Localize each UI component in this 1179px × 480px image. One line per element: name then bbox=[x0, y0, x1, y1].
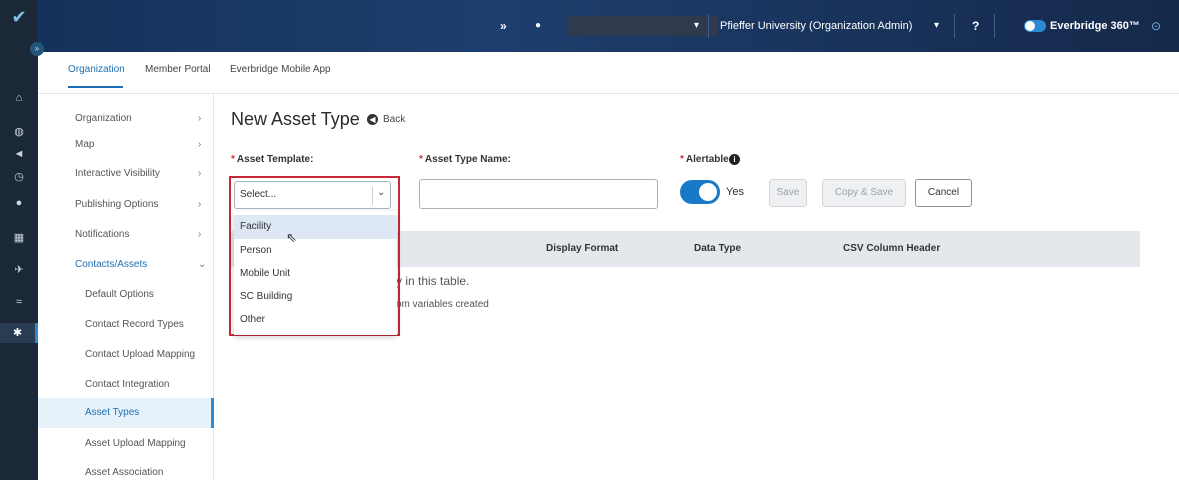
sidebar-item-label: Contact Record Types bbox=[85, 319, 184, 330]
app-rail: ✔ ⌂ ◍ ◄ ◷ ● ▦ ✈ ≈ ✱ bbox=[0, 0, 38, 480]
sidebar-item-contact-upload-mapping[interactable]: Contact Upload Mapping bbox=[38, 340, 214, 370]
sidebar-item-label: Map bbox=[75, 139, 95, 150]
product-info-icon[interactable]: ⊙ bbox=[1151, 0, 1161, 52]
menu-item-facility[interactable]: Facility bbox=[234, 215, 397, 239]
clock-icon[interactable]: ◷ bbox=[9, 167, 29, 187]
sidebar-item-label: Asset Types bbox=[85, 407, 140, 418]
sidebar-item-label: Contact Upload Mapping bbox=[85, 349, 196, 360]
sidebar-item-label: Publishing Options bbox=[75, 199, 159, 210]
org-caret-icon[interactable]: ▾ bbox=[934, 0, 939, 52]
calendar-icon[interactable]: ▦ bbox=[9, 228, 29, 248]
chevron-right-icon: › bbox=[198, 199, 202, 210]
sidebar-item-publishing-options[interactable]: Publishing Options › bbox=[38, 190, 214, 220]
user-icon: ● bbox=[535, 20, 542, 31]
sidebar-item-interactive-visibility[interactable]: Interactive Visibility › bbox=[38, 159, 214, 189]
sidebar-item-asset-types[interactable]: Asset Types bbox=[38, 398, 214, 428]
sidebar-item-label: Interactive Visibility bbox=[75, 168, 160, 179]
dashboard-icon[interactable]: ◍ bbox=[9, 122, 29, 142]
sidebar-item-contacts-assets[interactable]: Contacts/Assets ⌄ bbox=[38, 250, 214, 280]
product-toggle[interactable] bbox=[1024, 20, 1046, 32]
settings-tabs: Organization Member Portal Everbridge Mo… bbox=[38, 52, 1179, 94]
tab-everbridge-mobile-app[interactable]: Everbridge Mobile App bbox=[230, 64, 331, 75]
back-arrow-icon[interactable]: ◀ bbox=[367, 114, 378, 125]
menu-item-sc-building[interactable]: SC Building bbox=[234, 285, 397, 309]
location-icon[interactable]: ● bbox=[9, 193, 29, 213]
column-header-display-format[interactable]: Display Format bbox=[546, 243, 618, 254]
product-label: Everbridge 360™ bbox=[1050, 20, 1140, 32]
home-icon[interactable]: ⌂ bbox=[9, 88, 29, 108]
empty-table-message: y in this table. bbox=[396, 274, 470, 288]
empty-table-hint: om variables created bbox=[396, 299, 489, 310]
sidebar-item-default-options[interactable]: Default Options bbox=[38, 280, 214, 310]
divider bbox=[994, 14, 995, 38]
back-link[interactable]: Back bbox=[383, 114, 405, 125]
required-mark: * bbox=[680, 154, 684, 165]
alertable-toggle[interactable] bbox=[680, 180, 720, 204]
settings-sidebar: Organization › Map › Interactive Visibil… bbox=[38, 94, 214, 480]
column-header-data-type[interactable]: Data Type bbox=[694, 243, 741, 254]
sidebar-item-label: Notifications bbox=[75, 229, 130, 240]
asset-template-menu: Facility Person Mobile Unit SC Building … bbox=[234, 211, 397, 335]
sidebar-item-label: Asset Association bbox=[85, 467, 164, 478]
sidebar-item-contact-record-types[interactable]: Contact Record Types bbox=[38, 310, 214, 340]
sidebar-item-label: Contacts/Assets bbox=[75, 259, 148, 270]
sidebar-item-asset-association[interactable]: Asset Association bbox=[38, 458, 214, 480]
everbridge-logo-icon[interactable]: ✔ bbox=[8, 6, 30, 28]
megaphone-icon[interactable]: ◄ bbox=[9, 144, 29, 164]
tab-member-portal[interactable]: Member Portal bbox=[145, 64, 211, 75]
required-mark: * bbox=[419, 154, 423, 165]
save-button[interactable]: Save bbox=[769, 179, 807, 207]
sidebar-item-label: Contact Integration bbox=[85, 379, 170, 390]
required-mark: * bbox=[231, 154, 235, 165]
active-tab-indicator bbox=[68, 86, 123, 88]
asset-type-name-input[interactable] bbox=[419, 179, 658, 209]
chevron-right-icon: › bbox=[198, 168, 202, 179]
signal-icon[interactable]: ≈ bbox=[9, 292, 29, 312]
page-title: New Asset Type bbox=[231, 109, 360, 129]
chevron-right-icon: › bbox=[198, 139, 202, 150]
expand-rail-icon[interactable]: » bbox=[30, 42, 44, 56]
divider bbox=[708, 14, 709, 38]
asset-type-name-label: * Asset Type Name: bbox=[419, 154, 511, 165]
chevron-right-icon: › bbox=[198, 229, 202, 240]
cancel-button[interactable]: Cancel bbox=[915, 179, 972, 207]
gear-icon[interactable]: ✱ bbox=[0, 323, 38, 343]
copy-and-save-button[interactable]: Copy & Save bbox=[822, 179, 906, 207]
info-icon[interactable]: i bbox=[729, 154, 740, 165]
expand-nav-icon[interactable]: » bbox=[500, 0, 507, 52]
menu-item-mobile-unit[interactable]: Mobile Unit bbox=[234, 262, 397, 286]
menu-item-person[interactable]: Person bbox=[234, 239, 397, 263]
divider bbox=[954, 14, 955, 38]
tab-organization[interactable]: Organization bbox=[68, 64, 125, 75]
column-header-csv-column-header[interactable]: CSV Column Header bbox=[843, 243, 940, 254]
user-menu-caret-icon[interactable]: ▾ bbox=[694, 0, 699, 52]
alertable-toggle-label: Yes bbox=[726, 186, 744, 198]
sidebar-item-asset-upload-mapping[interactable]: Asset Upload Mapping bbox=[38, 429, 214, 459]
org-selector[interactable]: Pfieffer University (Organization Admin) bbox=[720, 0, 912, 52]
sidebar-item-contact-integration[interactable]: Contact Integration bbox=[38, 370, 214, 400]
sidebar-item-notifications[interactable]: Notifications › bbox=[38, 220, 214, 250]
mouse-cursor-icon: ⇖ bbox=[286, 230, 297, 245]
help-icon[interactable]: ? bbox=[972, 0, 979, 52]
asset-template-label: * Asset Template: bbox=[231, 154, 314, 165]
menu-item-other[interactable]: Other bbox=[234, 308, 397, 332]
sidebar-item-map[interactable]: Map › bbox=[38, 130, 214, 160]
sidebar-item-label: Default Options bbox=[85, 289, 154, 300]
alertable-label: * Alertable bbox=[680, 154, 729, 165]
top-bar: » ● ▾ Pfieffer University (Organization … bbox=[38, 0, 1179, 52]
sidebar-item-label: Asset Upload Mapping bbox=[85, 438, 186, 449]
chevron-down-icon: ⌄ bbox=[198, 259, 207, 270]
plane-icon[interactable]: ✈ bbox=[9, 260, 29, 280]
